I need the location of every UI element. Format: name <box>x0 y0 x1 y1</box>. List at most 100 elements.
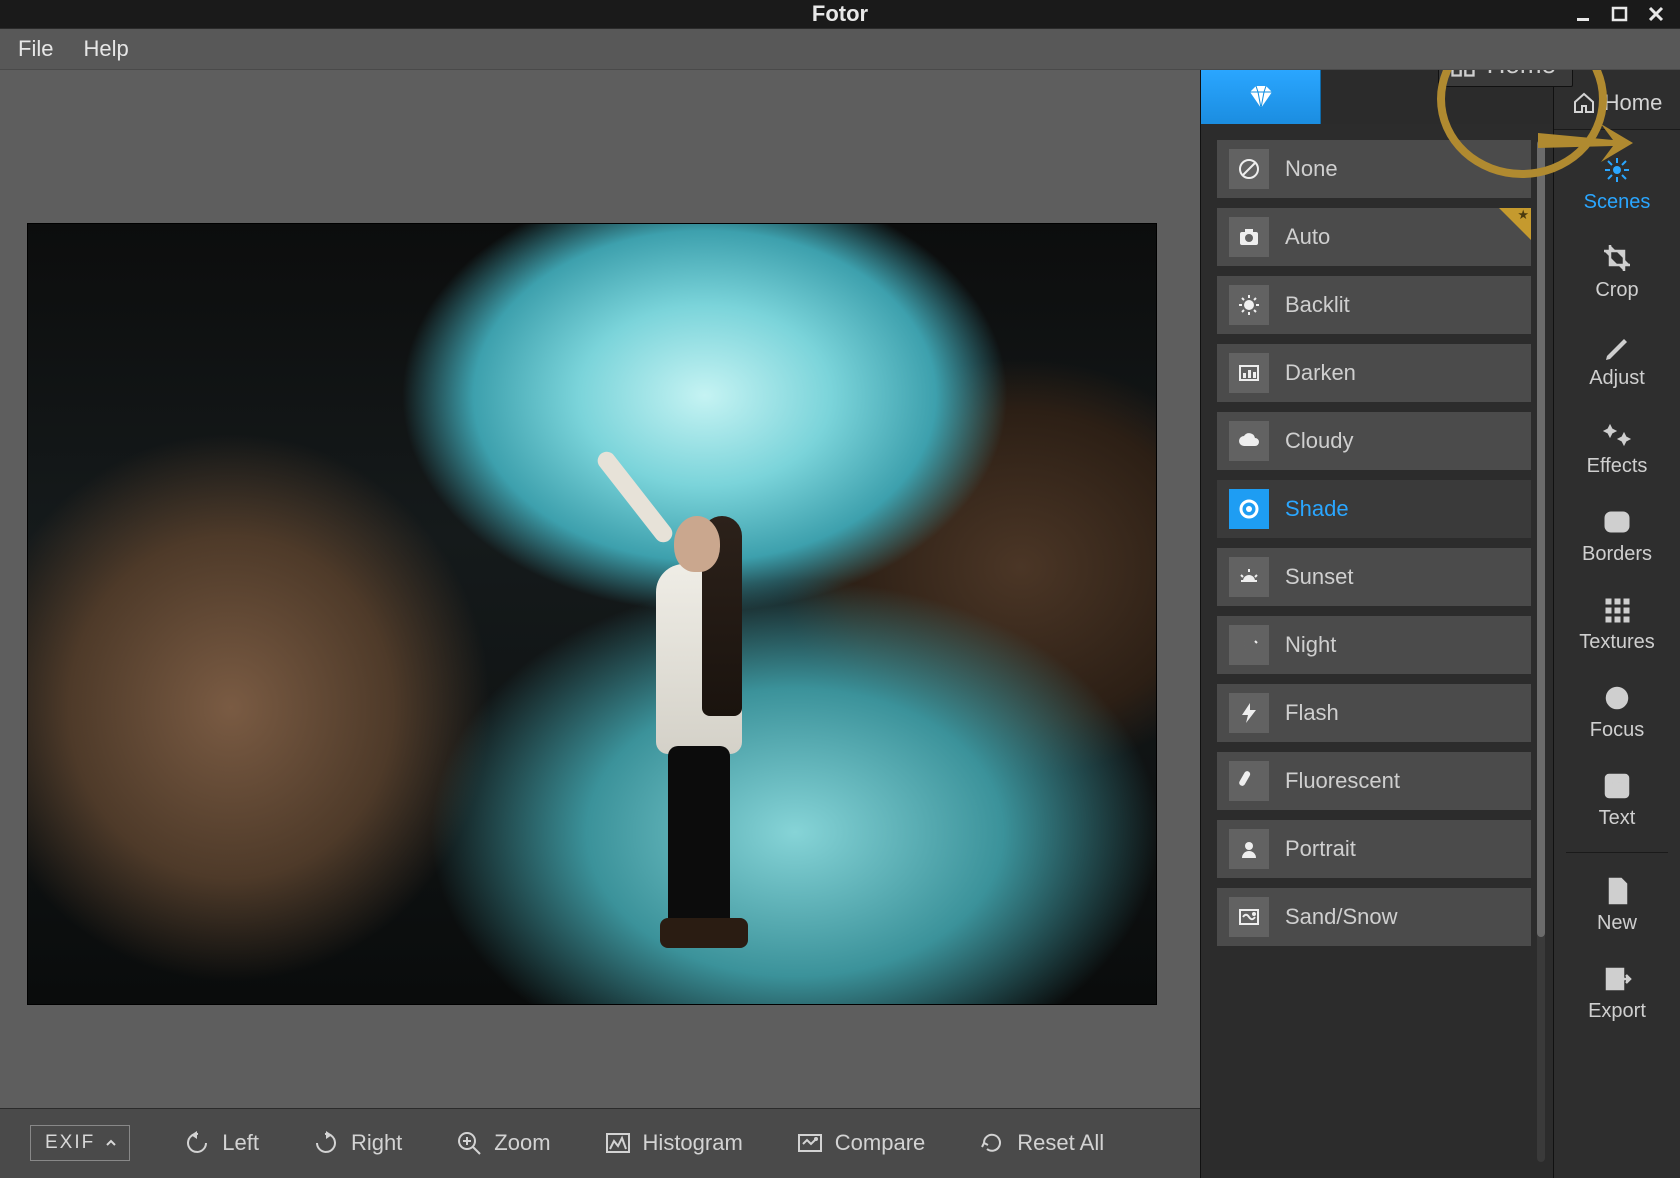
window-title: Fotor <box>812 1 868 27</box>
right-panels: Home None Auto Backlit Darken Cloudy Shade Sun… <box>1200 70 1680 1178</box>
scene-item-portrait[interactable]: Portrait <box>1217 820 1531 878</box>
close-icon <box>1647 5 1665 23</box>
scene-list-wrap: None Auto Backlit Darken Cloudy Shade Sunset Ni… <box>1201 124 1553 1178</box>
scene-item-darken[interactable]: Darken <box>1217 344 1531 402</box>
close-button[interactable] <box>1638 0 1674 28</box>
scene-scrollbar-thumb[interactable] <box>1537 140 1545 937</box>
svg-text:T: T <box>1612 779 1622 796</box>
scene-item-cloudy[interactable]: Cloudy <box>1217 412 1531 470</box>
fluorescent-icon <box>1229 761 1269 801</box>
tool-adjust-label: Adjust <box>1589 367 1645 390</box>
flash-icon <box>1229 693 1269 733</box>
scene-item-label: Darken <box>1285 360 1356 386</box>
zoom-icon <box>456 1130 482 1156</box>
tool-new[interactable]: New <box>1554 861 1680 949</box>
scene-item-label: Auto <box>1285 224 1330 250</box>
scene-item-label: Backlit <box>1285 292 1350 318</box>
menu-file[interactable]: File <box>18 36 53 62</box>
tool-textures-label: Textures <box>1579 631 1655 654</box>
diamond-icon <box>1246 82 1276 112</box>
tool-effects-label: Effects <box>1587 455 1648 478</box>
scene-item-flash[interactable]: Flash <box>1217 684 1531 742</box>
darken-icon <box>1229 353 1269 393</box>
menu-bar: File Help <box>0 28 1680 70</box>
scenes-panel: Home None Auto Backlit Darken Cloudy Shade Sun… <box>1201 70 1554 1178</box>
tool-strip: Home Scenes Crop Adjust <box>1554 70 1680 1178</box>
backlit-icon <box>1229 285 1269 325</box>
scene-item-label: Shade <box>1285 496 1349 522</box>
none-icon <box>1229 149 1269 189</box>
rotate-right-label: Right <box>351 1130 402 1156</box>
zoom-label: Zoom <box>494 1130 550 1156</box>
sunset-icon <box>1229 557 1269 597</box>
reset-all-button[interactable]: Reset All <box>979 1130 1104 1156</box>
scene-item-shade[interactable]: Shade <box>1217 480 1531 538</box>
scene-item-none[interactable]: None <box>1217 140 1531 198</box>
scene-item-label: Sand/Snow <box>1285 904 1398 930</box>
compare-button[interactable]: Compare <box>797 1130 925 1156</box>
exif-button[interactable]: EXIF <box>30 1125 130 1161</box>
reset-icon <box>979 1130 1005 1156</box>
tool-separator <box>1566 852 1668 853</box>
photo-canvas[interactable] <box>28 224 1156 1004</box>
focus-icon <box>1602 683 1632 713</box>
scene-scrollbar[interactable] <box>1537 140 1545 1162</box>
scene-item-sunset[interactable]: Sunset <box>1217 548 1531 606</box>
scene-item-fluorescent[interactable]: Fluorescent <box>1217 752 1531 810</box>
tool-text-label: Text <box>1599 807 1636 830</box>
borders-icon <box>1602 507 1632 537</box>
adjust-icon <box>1602 331 1632 361</box>
canvas-area: EXIF Left Right Zoom Histogram <box>0 70 1200 1178</box>
tool-focus[interactable]: Focus <box>1554 668 1680 756</box>
workspace: EXIF Left Right Zoom Histogram <box>0 70 1680 1178</box>
crop-icon <box>1602 243 1632 273</box>
export-icon <box>1602 964 1632 994</box>
rotate-right-icon <box>313 1130 339 1156</box>
tool-crop[interactable]: Crop <box>1554 228 1680 316</box>
tool-effects[interactable]: Effects <box>1554 404 1680 492</box>
scene-item-label: Cloudy <box>1285 428 1353 454</box>
tool-scenes-label: Scenes <box>1584 191 1651 214</box>
compare-label: Compare <box>835 1130 925 1156</box>
scene-item-label: Night <box>1285 632 1336 658</box>
maximize-button[interactable] <box>1602 0 1638 28</box>
sandsnow-icon <box>1229 897 1269 937</box>
rotate-right-button[interactable]: Right <box>313 1130 402 1156</box>
menu-help[interactable]: Help <box>83 36 128 62</box>
rotate-left-label: Left <box>222 1130 259 1156</box>
tool-borders[interactable]: Borders <box>1554 492 1680 580</box>
text-icon: T <box>1602 771 1632 801</box>
app-window: Fotor File Help <box>0 0 1680 1178</box>
scene-item-backlit[interactable]: Backlit <box>1217 276 1531 334</box>
scene-item-sand-snow[interactable]: Sand/Snow <box>1217 888 1531 946</box>
panel-tab-rest: Home <box>1321 70 1553 124</box>
tool-text[interactable]: T Text <box>1554 756 1680 844</box>
premium-star-badge <box>1499 208 1531 240</box>
minimize-button[interactable] <box>1566 0 1602 28</box>
tool-textures[interactable]: Textures <box>1554 580 1680 668</box>
tool-export[interactable]: Export <box>1554 949 1680 1037</box>
histogram-label: Histogram <box>643 1130 743 1156</box>
shade-icon <box>1229 489 1269 529</box>
rotate-left-button[interactable]: Left <box>184 1130 259 1156</box>
scene-item-label: None <box>1285 156 1338 182</box>
scene-item-auto[interactable]: Auto <box>1217 208 1531 266</box>
premium-tab[interactable] <box>1201 70 1321 124</box>
histogram-icon <box>605 1130 631 1156</box>
minimize-icon <box>1575 5 1593 23</box>
home-icon <box>1449 70 1477 79</box>
new-icon <box>1602 876 1632 906</box>
scene-item-night[interactable]: Night <box>1217 616 1531 674</box>
home-label: Home <box>1604 90 1663 116</box>
histogram-button[interactable]: Histogram <box>605 1130 743 1156</box>
tool-adjust[interactable]: Adjust <box>1554 316 1680 404</box>
tool-focus-label: Focus <box>1590 719 1644 742</box>
tool-scenes[interactable]: Scenes <box>1554 140 1680 228</box>
zoom-button[interactable]: Zoom <box>456 1130 550 1156</box>
home-tooltip[interactable]: Home <box>1438 70 1573 87</box>
tool-list: Scenes Crop Adjust Effects <box>1554 130 1680 1037</box>
canvas-viewport[interactable] <box>0 70 1200 1108</box>
compare-icon <box>797 1130 823 1156</box>
tool-new-label: New <box>1597 912 1637 935</box>
effects-icon <box>1602 419 1632 449</box>
